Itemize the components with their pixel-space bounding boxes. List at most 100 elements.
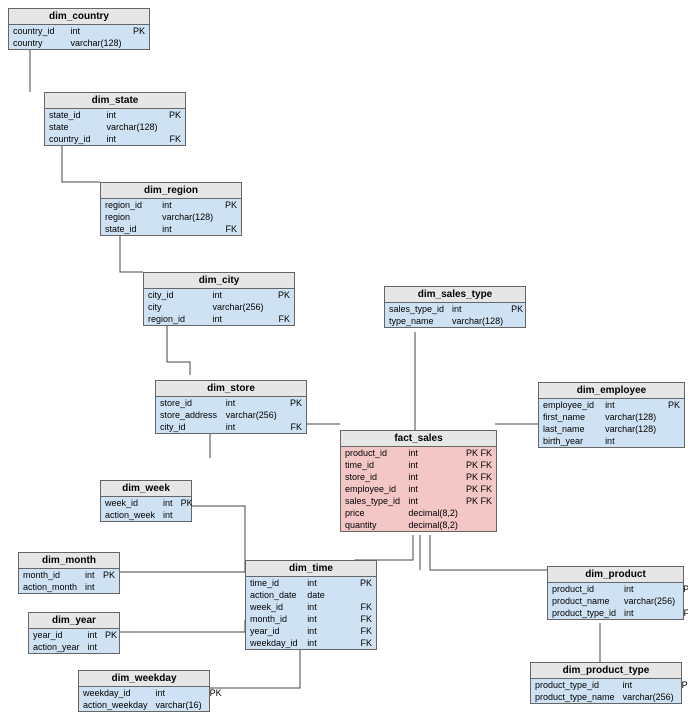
column-name: product_id	[341, 447, 404, 459]
column-key: PK	[126, 25, 149, 37]
column-type: int	[152, 687, 206, 699]
entity-columns: weekday_idintPKaction_weekdayvarchar(16)	[79, 687, 226, 711]
entity-columns: time_idintPKaction_datedateweek_idintFKm…	[246, 577, 376, 649]
column-key: PK	[268, 289, 295, 301]
column-key: PK FK	[462, 447, 496, 459]
column-name: employee_id	[341, 483, 404, 495]
entity-columns: month_idintPKaction_monthint	[19, 569, 119, 593]
column-key: PK FK	[462, 459, 496, 471]
column-name: year_id	[29, 629, 84, 641]
entity-dim-month: dim_month month_idintPKaction_monthint	[18, 552, 120, 594]
column-name: city_id	[156, 421, 222, 433]
entity-dim-weekday: dim_weekday weekday_idintPKaction_weekda…	[78, 670, 210, 712]
column-key: PK	[162, 109, 185, 121]
column-type: varchar(128)	[103, 121, 162, 133]
column-type: int	[67, 25, 126, 37]
column-key: PK FK	[462, 471, 496, 483]
column-row: month_idintFK	[246, 613, 376, 625]
column-type: int	[620, 607, 679, 619]
column-name: product_name	[548, 595, 620, 607]
entity-dim-product: dim_product product_idintPKproduct_namev…	[547, 566, 684, 620]
column-row: birth_yearint	[539, 435, 684, 447]
column-type: date	[303, 589, 352, 601]
column-key	[126, 37, 149, 49]
column-type: int	[601, 435, 660, 447]
column-name: first_name	[539, 411, 601, 423]
column-name: product_type_id	[548, 607, 620, 619]
entity-dim-country: dim_country country_idintPKcountryvarcha…	[8, 8, 150, 50]
column-type: int	[404, 495, 462, 507]
column-row: weekday_idintPK	[79, 687, 226, 699]
column-name: time_id	[246, 577, 303, 589]
entity-title: dim_employee	[539, 383, 684, 399]
column-row: state_idintFK	[101, 223, 241, 235]
entity-title: dim_time	[246, 561, 376, 577]
column-row: store_idintPK FK	[341, 471, 496, 483]
column-name: sales_type_id	[385, 303, 448, 315]
column-name: state_id	[45, 109, 103, 121]
entity-title: dim_product	[548, 567, 683, 583]
column-row: store_addressvarchar(256)	[156, 409, 306, 421]
entity-dim-city: dim_city city_idintPKcityvarchar(256)reg…	[143, 272, 295, 326]
column-name: product_type_id	[531, 679, 619, 691]
column-row: regionvarchar(128)	[101, 211, 241, 223]
column-type: int	[81, 569, 99, 581]
column-key	[462, 507, 496, 519]
column-row: product_type_namevarchar(256)	[531, 691, 688, 703]
column-type: int	[208, 289, 267, 301]
column-name: product_id	[548, 583, 620, 595]
column-type: varchar(128)	[67, 37, 126, 49]
entity-title: dim_year	[29, 613, 119, 629]
entity-columns: country_idintPKcountryvarchar(128)	[9, 25, 149, 49]
column-key	[660, 435, 684, 447]
entity-columns: sales_type_idintPKtype_namevarchar(128)	[385, 303, 527, 327]
entity-dim-sales-type: dim_sales_type sales_type_idintPKtype_na…	[384, 286, 526, 328]
column-key: FK	[268, 313, 295, 325]
column-name: year_id	[246, 625, 303, 637]
column-name: action_date	[246, 589, 303, 601]
column-row: action_weekint	[101, 509, 197, 521]
entity-title: dim_weekday	[79, 671, 209, 687]
column-row: region_idintPK	[101, 199, 241, 211]
entity-fact-sales: fact_sales product_idintPK FKtime_idintP…	[340, 430, 497, 532]
column-row: action_monthint	[19, 581, 119, 593]
column-key: FK	[353, 601, 376, 613]
entity-dim-employee: dim_employee employee_idintPKfirst_namev…	[538, 382, 685, 448]
column-key	[660, 423, 684, 435]
column-type: varchar(16)	[152, 699, 206, 711]
column-type: int	[303, 637, 352, 649]
entity-dim-store: dim_store store_idintPKstore_addressvarc…	[155, 380, 307, 434]
column-row: sales_type_idintPK	[385, 303, 527, 315]
column-key: FK	[679, 607, 688, 619]
column-row: employee_idintPK FK	[341, 483, 496, 495]
column-key	[99, 581, 119, 593]
column-row: countryvarchar(128)	[9, 37, 149, 49]
column-key: PK	[101, 629, 121, 641]
column-type: varchar(128)	[601, 411, 660, 423]
column-key: PK	[177, 497, 197, 509]
column-key: PK	[679, 583, 688, 595]
column-name: country	[9, 37, 67, 49]
column-type: int	[103, 133, 162, 145]
column-key	[206, 699, 226, 711]
column-key: FK	[353, 637, 376, 649]
column-type: int	[404, 447, 462, 459]
column-key: PK	[507, 303, 527, 315]
entity-title: dim_store	[156, 381, 306, 397]
column-row: year_idintFK	[246, 625, 376, 637]
column-type: int	[619, 679, 678, 691]
column-key	[217, 211, 241, 223]
column-name: state_id	[101, 223, 158, 235]
column-name: month_id	[19, 569, 81, 581]
column-key: FK	[217, 223, 241, 235]
column-key: FK	[281, 421, 306, 433]
column-name: country_id	[45, 133, 103, 145]
entity-title: dim_state	[45, 93, 185, 109]
column-key: PK FK	[462, 483, 496, 495]
column-key	[101, 641, 121, 653]
column-row: store_idintPK	[156, 397, 306, 409]
column-name: employee_id	[539, 399, 601, 411]
column-name: weekday_id	[79, 687, 152, 699]
column-row: country_idintPK	[9, 25, 149, 37]
column-row: type_namevarchar(128)	[385, 315, 527, 327]
